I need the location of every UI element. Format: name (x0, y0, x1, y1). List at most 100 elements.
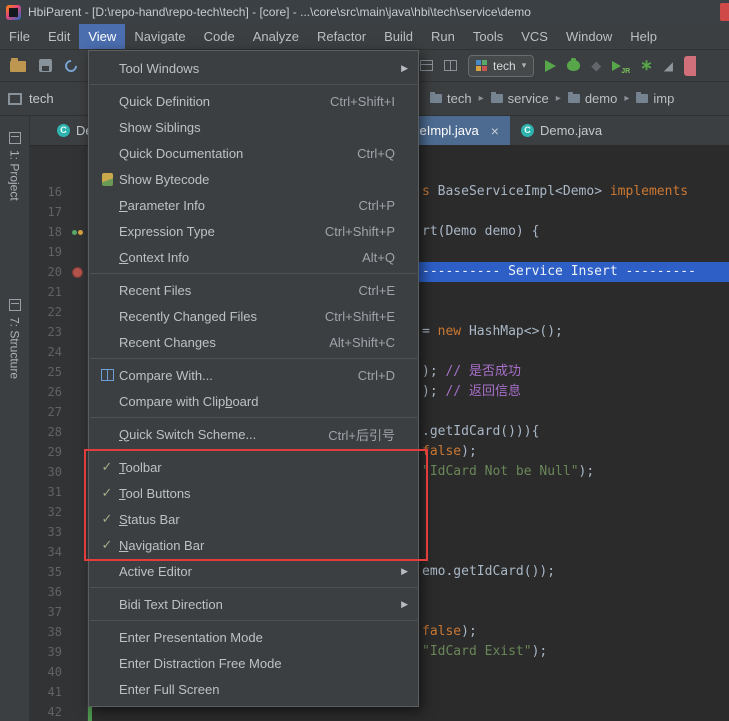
tab-label: Demo.java (540, 123, 602, 138)
menu-item-parameter-info[interactable]: Parameter InfoCtrl+P (89, 192, 418, 218)
line-number: 16 (30, 182, 66, 202)
menu-item-tool-buttons[interactable]: ✓Tool Buttons (89, 480, 418, 506)
menu-item-enter-presentation-mode[interactable]: Enter Presentation Mode (89, 624, 418, 650)
menu-item-recently-changed-files[interactable]: Recently Changed FilesCtrl+Shift+E (89, 303, 418, 329)
gutter-slot (66, 602, 88, 622)
gutter-slot (66, 662, 88, 682)
menubar-item-refactor[interactable]: Refactor (308, 24, 375, 49)
menu-item-active-editor[interactable]: Active Editor▶ (89, 558, 418, 584)
run-configuration-select[interactable]: tech ▾ (468, 55, 534, 77)
open-project-icon[interactable] (10, 61, 26, 72)
menu-item-label: Enter Presentation Mode (119, 630, 263, 645)
menu-item-quick-documentation[interactable]: Quick DocumentationCtrl+Q (89, 140, 418, 166)
code-fragment: false); (422, 624, 477, 639)
save-all-icon[interactable] (39, 59, 52, 72)
gutter: 36 (30, 582, 88, 602)
synchronize-icon[interactable] (63, 57, 80, 74)
tool-window-button-7-structure[interactable]: 7: Structure (8, 299, 22, 379)
menu-item-label: Enter Full Screen (119, 682, 219, 697)
gutter: 37 (30, 602, 88, 622)
line-number: 17 (30, 202, 66, 222)
menu-item-recent-changes[interactable]: Recent ChangesAlt+Shift+C (89, 329, 418, 355)
gutter: 38 (30, 622, 88, 642)
menubar-item-edit[interactable]: Edit (39, 24, 79, 49)
menu-item-toolbar[interactable]: ✓Toolbar (89, 454, 418, 480)
menu-item-enter-full-screen[interactable]: Enter Full Screen (89, 676, 418, 702)
menu-item-quick-definition[interactable]: Quick DefinitionCtrl+Shift+I (89, 88, 418, 114)
menubar-item-analyze[interactable]: Analyze (244, 24, 308, 49)
menu-item-label: Parameter Info (119, 198, 205, 213)
menubar-item-build[interactable]: Build (375, 24, 422, 49)
editor-tab-demo-java[interactable]: CDemo.java (510, 116, 613, 145)
tool-window-button-1-project[interactable]: 1: Project (8, 132, 22, 201)
debug-button[interactable] (567, 60, 580, 71)
breakpoint-icon[interactable] (72, 267, 83, 278)
menu-item-bidi-text-direction[interactable]: Bidi Text Direction▶ (89, 591, 418, 617)
code-segment: false (422, 444, 461, 459)
menu-item-compare-with-clipboard[interactable]: Compare with Clipboard (89, 388, 418, 414)
code-segment: ); (579, 464, 595, 479)
build-icon[interactable]: ◢ (664, 60, 673, 72)
editor-tab-de[interactable]: CDe (46, 116, 93, 145)
gutter-slot (66, 422, 88, 442)
folder-icon (491, 94, 503, 103)
grid-icon[interactable] (444, 60, 457, 71)
line-number: 31 (30, 482, 66, 502)
class-icon: C (57, 124, 70, 137)
line-number: 39 (30, 642, 66, 662)
menu-item-label: Quick Documentation (119, 146, 243, 161)
breadcrumb-item-imp[interactable]: imp (636, 91, 674, 106)
layout-icon[interactable] (420, 60, 433, 71)
code-segment: // 是否成功 (445, 364, 520, 379)
menu-item-quick-switch-scheme[interactable]: Quick Switch Scheme... Ctrl+后引号 (89, 421, 418, 447)
tool-window-stripe: 1: Project 7: Structure (0, 116, 30, 721)
code-segment: ); (422, 364, 445, 379)
menubar-item-tools[interactable]: Tools (464, 24, 512, 49)
coverage-icon[interactable]: ◆ (591, 59, 601, 72)
line-number: 26 (30, 382, 66, 402)
menu-item-label: Show Siblings (119, 120, 201, 135)
menubar-item-help[interactable]: Help (621, 24, 666, 49)
menu-item-compare-with[interactable]: Compare With...Ctrl+D (89, 362, 418, 388)
menu-item-label: Quick Switch Scheme... (119, 427, 256, 442)
menu-item-show-siblings[interactable]: Show Siblings (89, 114, 418, 140)
menubar-item-window[interactable]: Window (557, 24, 621, 49)
breadcrumb-item-demo[interactable]: demo (568, 91, 618, 106)
menu-item-label: Compare With... (119, 368, 213, 383)
menu-item-status-bar[interactable]: ✓Status Bar (89, 506, 418, 532)
menu-item-expression-type[interactable]: Expression TypeCtrl+Shift+P (89, 218, 418, 244)
menu-item-tool-windows[interactable]: Tool Windows▶ (89, 55, 418, 81)
gutter-slot (66, 502, 88, 522)
run-config-icon (476, 60, 487, 71)
checkmark-icon: ✓ (95, 485, 119, 501)
close-tab-icon[interactable]: × (491, 124, 499, 138)
menubar-item-navigate[interactable]: Navigate (125, 24, 194, 49)
menu-item-show-bytecode[interactable]: Show Bytecode (89, 166, 418, 192)
nav-project-crumb[interactable]: tech (8, 91, 54, 106)
menubar-item-run[interactable]: Run (422, 24, 464, 49)
menu-item-navigation-bar[interactable]: ✓Navigation Bar (89, 532, 418, 558)
submenu-arrow-icon: ▶ (395, 599, 408, 610)
run-button[interactable] (545, 60, 556, 72)
breadcrumb-item-tech[interactable]: tech (430, 91, 472, 106)
menu-item-enter-distraction-free-mode[interactable]: Enter Distraction Free Mode (89, 650, 418, 676)
gutter-slot (66, 382, 88, 402)
jrebel-run-icon[interactable] (612, 59, 629, 73)
menu-item-label: Navigation Bar (119, 538, 204, 553)
gutter-slot (66, 342, 88, 362)
code-segment: = (422, 324, 438, 339)
breadcrumb-item-service[interactable]: service (491, 91, 549, 106)
menu-item-shortcut: Ctrl+后引号 (306, 425, 395, 444)
menu-item-context-info[interactable]: Context InfoAlt+Q (89, 244, 418, 270)
gutter-slot (66, 462, 88, 482)
line-number: 23 (30, 322, 66, 342)
jrebel-debug-icon[interactable]: ∗ (640, 58, 653, 73)
clipped-toolbar-icon (684, 56, 696, 76)
menu-item-recent-files[interactable]: Recent FilesCtrl+E (89, 277, 418, 303)
menubar-item-vcs[interactable]: VCS (512, 24, 557, 49)
gutter-marker-slot[interactable] (66, 222, 88, 242)
menubar-item-file[interactable]: File (0, 24, 39, 49)
menubar-item-code[interactable]: Code (195, 24, 244, 49)
menubar-item-view[interactable]: View (79, 24, 125, 49)
breakpoint-slot[interactable] (66, 262, 88, 282)
